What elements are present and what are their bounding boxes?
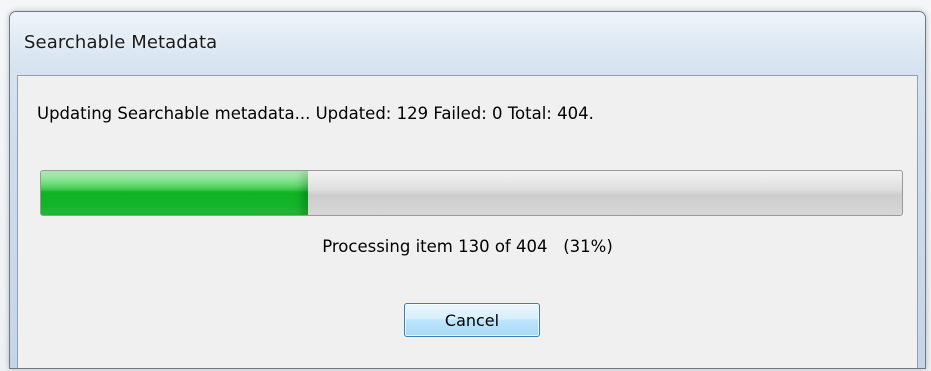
cancel-button[interactable]: Cancel [404,303,540,337]
title-bar[interactable]: Searchable Metadata [10,12,925,70]
dialog-content: Updating Searchable metadata... Updated:… [17,75,918,368]
searchable-metadata-dialog: Searchable Metadata Updating Searchable … [9,11,926,369]
progress-bar-fill [41,171,308,215]
progress-bar [40,170,903,216]
processing-status: Processing item 130 of 404 (31%) [322,237,613,256]
dialog-title: Searchable Metadata [24,32,218,53]
status-message: Updating Searchable metadata... Updated:… [37,104,594,123]
